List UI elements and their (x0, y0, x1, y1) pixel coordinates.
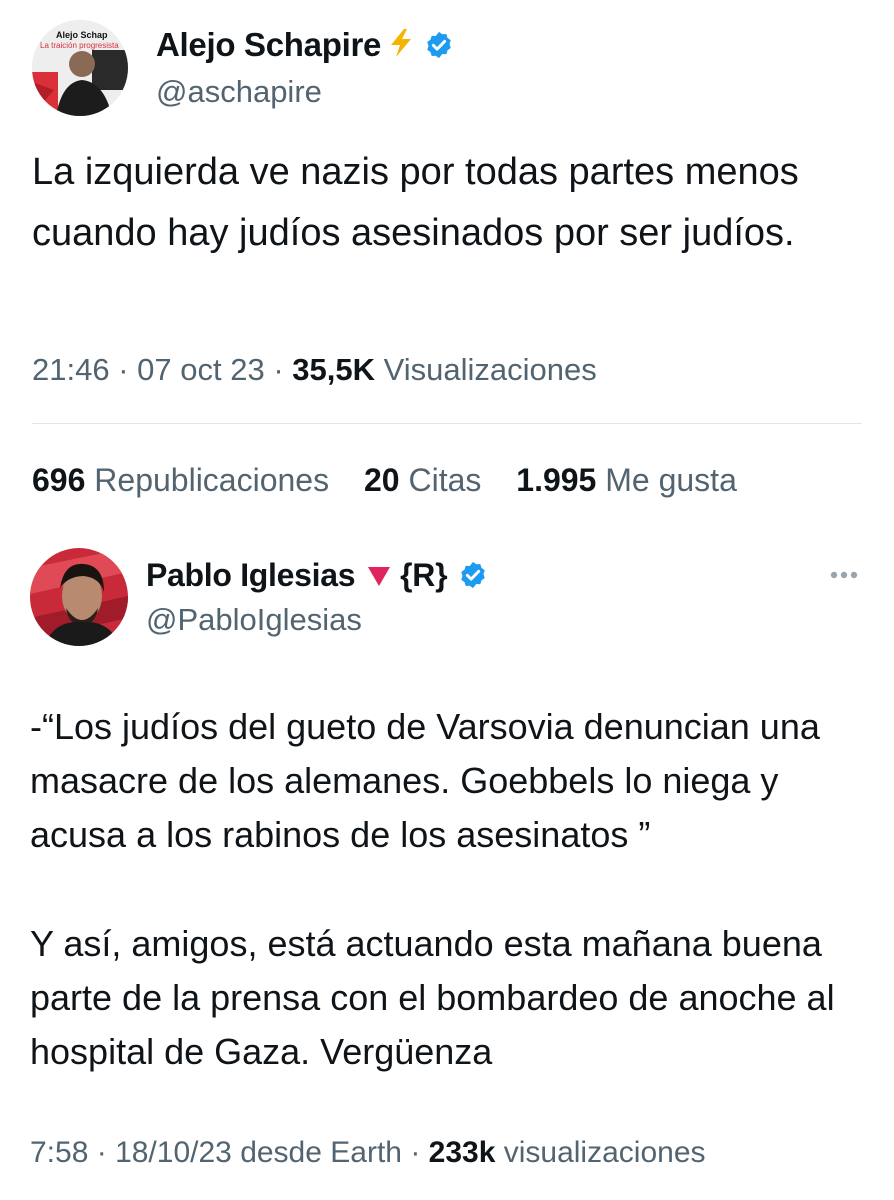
reposts-count: 696 (32, 462, 86, 498)
avatar-alejo-schapire[interactable]: Alejo Schap La traición progresista (32, 20, 128, 116)
tweet-meta: 7:58 · 18/10/23 desde Earth · 233k visua… (30, 1136, 706, 1169)
views-count: 35,5K (292, 352, 375, 387)
avatar-image (30, 548, 128, 646)
author-row: Alejo Schapire (156, 26, 454, 64)
likes-count: 1.995 (516, 462, 597, 498)
display-name[interactable]: Alejo Schapire (156, 26, 381, 63)
tweet-date[interactable]: 07 oct 23 (137, 352, 265, 387)
tweet-date[interactable]: 18/10/23 (115, 1136, 232, 1169)
more-options-icon (830, 571, 858, 579)
display-name[interactable]: Pablo Iglesias (146, 557, 356, 593)
tweet-text-paragraph-1: -“Los judíos del gueto de Varsovia denun… (30, 706, 820, 855)
quotes-count: 20 (363, 462, 400, 498)
reposts-label: Republicaciones (94, 462, 330, 498)
engagement-stats: 696 Republicaciones 20 Citas 1.995 Me gu… (32, 462, 737, 499)
views-label: Visualizaciones (383, 352, 597, 387)
quotes-label: Citas (408, 462, 482, 498)
handle[interactable]: @PabloIglesias (146, 602, 362, 638)
name-suffix: {R} (400, 557, 448, 593)
red-triangle-icon (367, 567, 390, 586)
handle[interactable]: @aschapire (156, 74, 322, 110)
tweet-meta: 21:46 · 07 oct 23 · 35,5K Visualizacione… (32, 352, 597, 387)
avatar-pablo-iglesias[interactable] (30, 548, 128, 646)
tweet-text: La izquierda ve nazis por todas partes m… (32, 151, 799, 254)
lightning-icon (390, 29, 411, 57)
views-label: visualizaciones (503, 1136, 706, 1169)
likes-stat[interactable]: 1.995 Me gusta (516, 462, 737, 498)
divider (32, 423, 862, 424)
reposts-stat[interactable]: 696 Republicaciones (32, 462, 329, 498)
avatar-caption-1: Alejo Schap (56, 30, 108, 40)
verified-badge-icon (460, 561, 485, 589)
tweet-source: desde Earth (240, 1136, 402, 1169)
tweet-time[interactable]: 21:46 (32, 352, 110, 387)
avatar-caption-2: La traición progresista (40, 41, 119, 50)
tweet-time[interactable]: 7:58 (30, 1136, 88, 1169)
more-options-button[interactable] (824, 560, 864, 590)
likes-label: Me gusta (605, 462, 737, 498)
tweet-text-paragraph-2: Y así, amigos, está actuando esta mañana… (30, 923, 835, 1072)
quotes-stat[interactable]: 20 Citas (364, 462, 481, 498)
author-row: Pablo Iglesias {R} (146, 557, 488, 594)
views-count: 233k (428, 1136, 496, 1169)
verified-badge-icon (427, 31, 451, 59)
